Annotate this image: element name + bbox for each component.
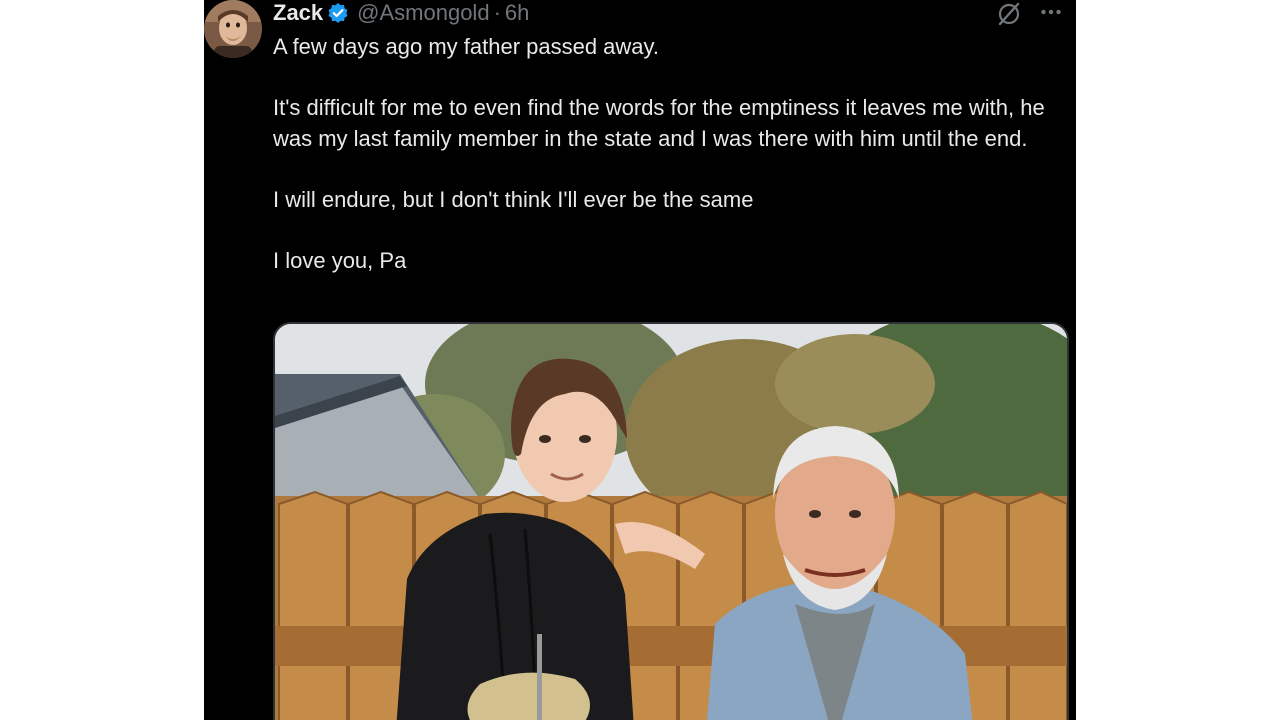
post-panel: Zack @Asmongold · 6h A few days ago my f… (204, 0, 1076, 720)
post-timestamp[interactable]: 6h (505, 1, 529, 25)
header-separator: · (493, 0, 501, 25)
post-text: A few days ago my father passed away. It… (273, 32, 1063, 276)
post-paragraph-3: I will endure, but I don't think I'll ev… (273, 186, 754, 212)
post-paragraph-1: A few days ago my father passed away. (273, 34, 660, 59)
post-paragraph-2: It's difficult for me to even find the w… (273, 95, 1045, 151)
author-handle[interactable]: @Asmongold (357, 1, 489, 25)
author-avatar[interactable] (204, 0, 262, 58)
author-name[interactable]: Zack (273, 1, 323, 25)
post-header: Zack @Asmongold · 6h (273, 0, 529, 26)
more-options-icon[interactable] (1040, 1, 1062, 23)
grok-icon[interactable] (996, 1, 1022, 27)
post-photo[interactable] (273, 322, 1069, 720)
verified-badge-icon (327, 2, 349, 24)
post-paragraph-4: I love you, Pa (273, 247, 407, 273)
